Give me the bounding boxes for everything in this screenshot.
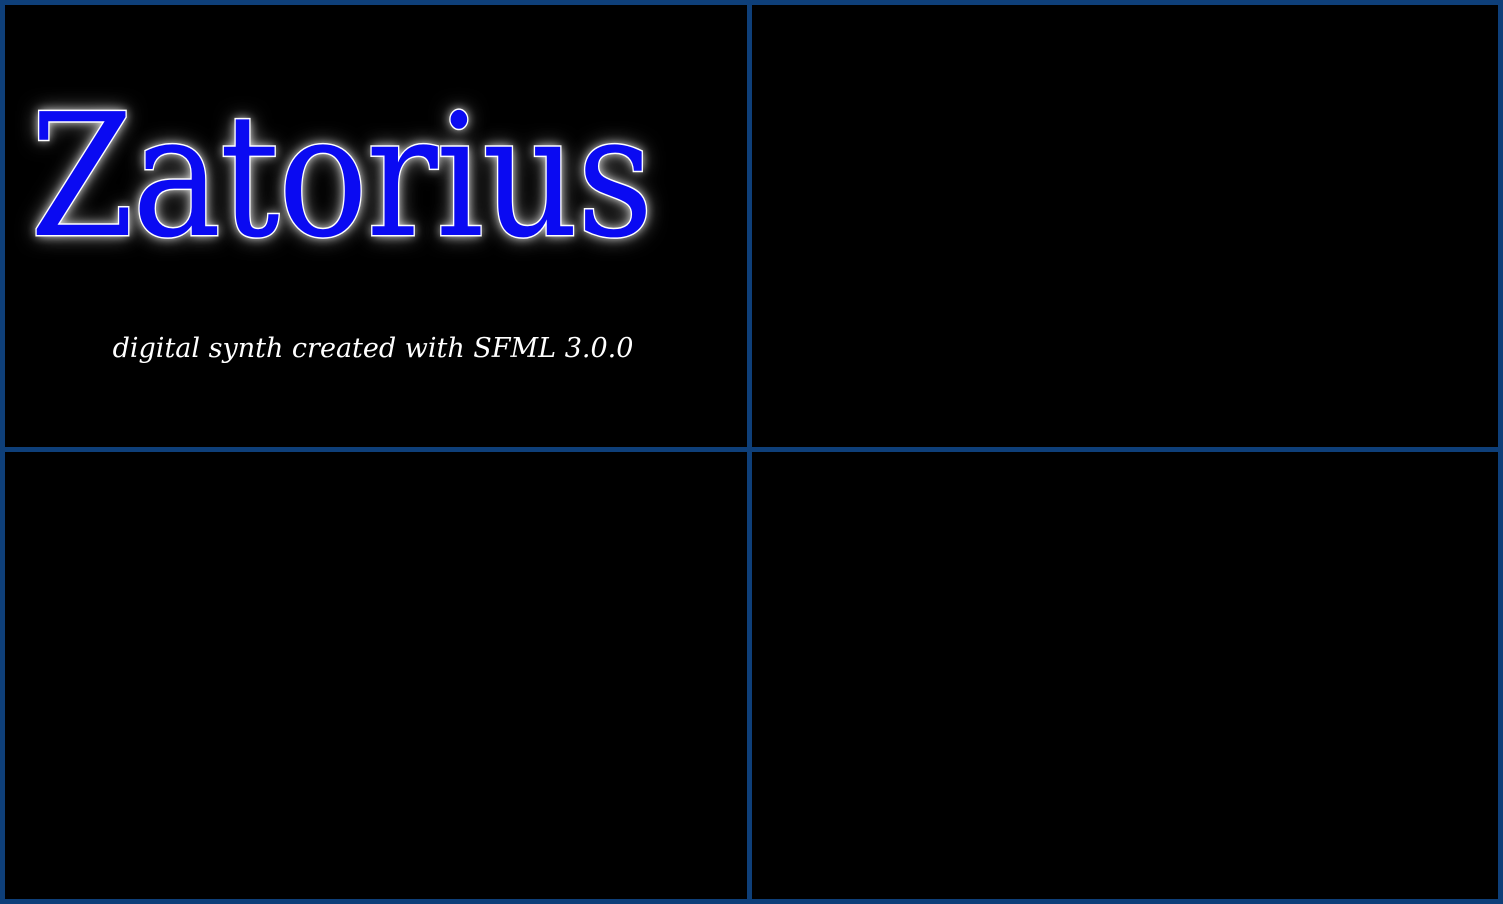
- top-right-panel: [747, 0, 1503, 456]
- app-window: Zatorius digital synth created with SFML…: [0, 0, 1503, 904]
- bottom-right-panel: [747, 447, 1503, 904]
- bottom-left-panel: [0, 447, 756, 904]
- app-title: Zatorius: [29, 78, 655, 276]
- app-subtitle: digital synth created with SFML 3.0.0: [112, 333, 634, 364]
